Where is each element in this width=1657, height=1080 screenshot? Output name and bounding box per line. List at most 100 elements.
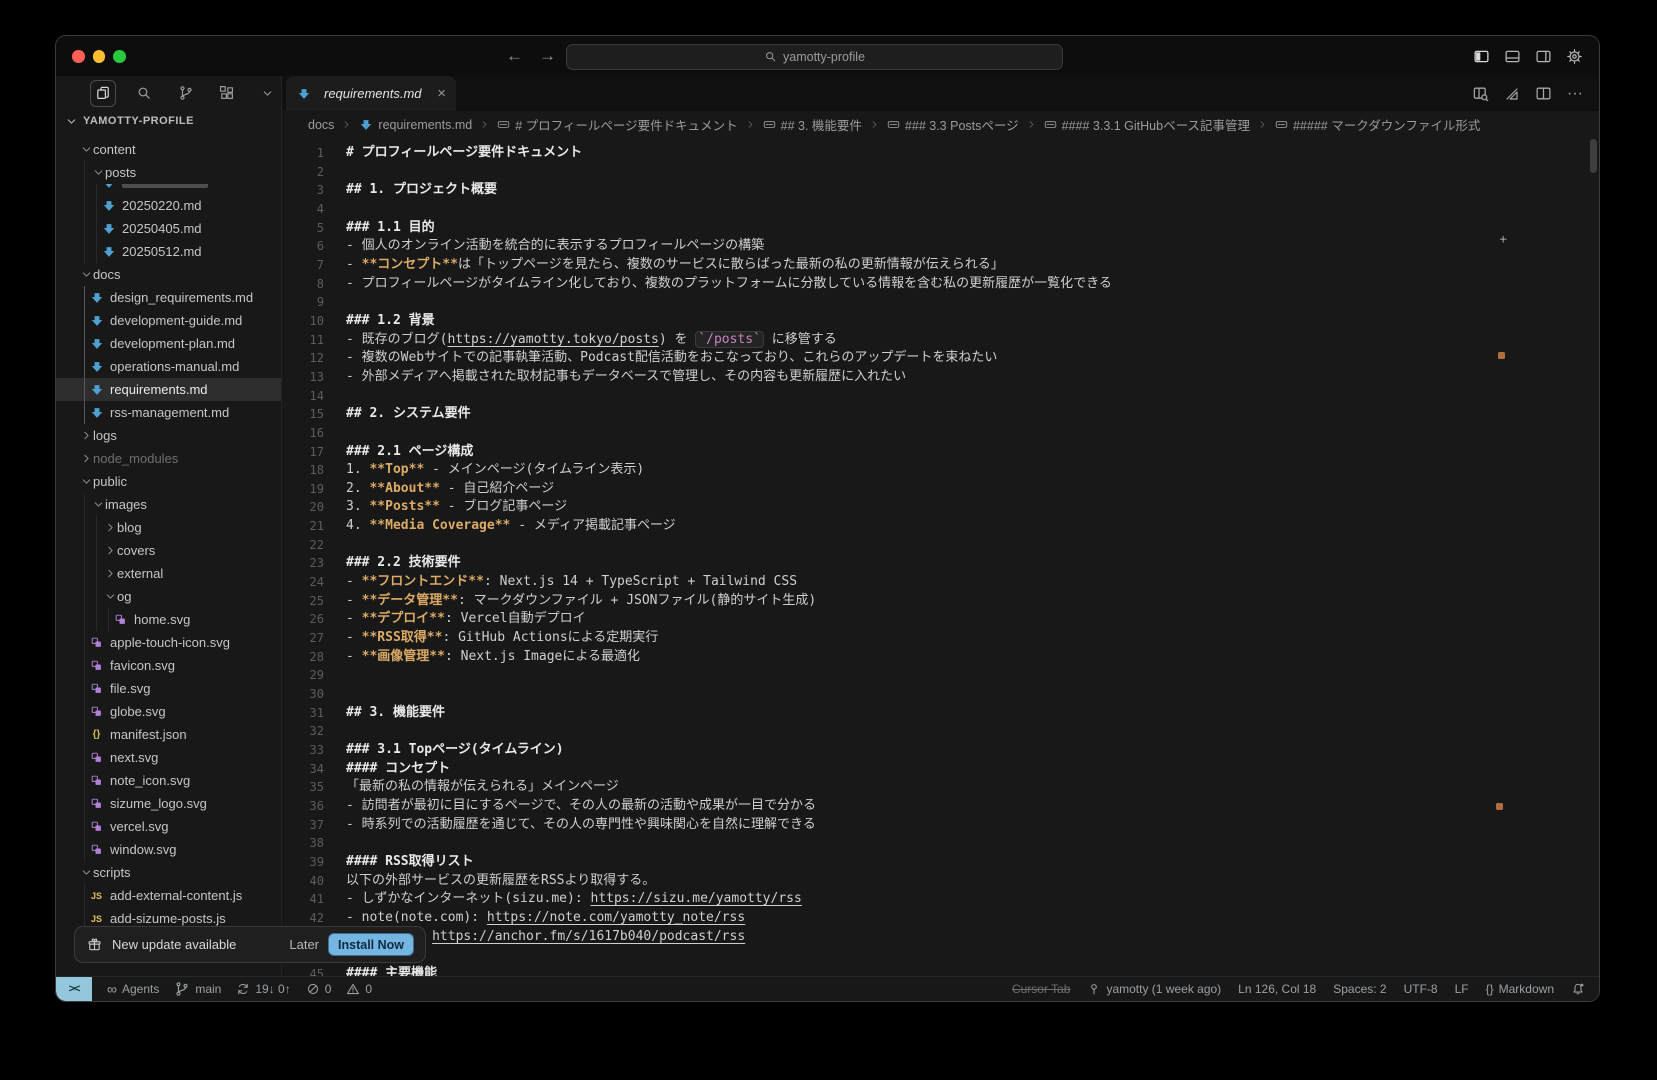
code-line[interactable]: 13- 外部メディアへ掲載された取材記事もデータベースで管理し、その内容も更新履…	[282, 368, 1599, 387]
code-line[interactable]: 44	[282, 946, 1599, 965]
zoom-window-button[interactable]	[113, 50, 126, 63]
status-encoding[interactable]: UTF-8	[1404, 982, 1438, 996]
tree-file-note-icon-svg[interactable]: note_icon.svg	[56, 769, 281, 792]
code-line[interactable]: 29	[282, 666, 1599, 685]
code-line[interactable]: 27- **RSS取得**: GitHub Actionsによる定期実行	[282, 629, 1599, 648]
status-eol[interactable]: LF	[1455, 982, 1469, 996]
explorer-icon[interactable]	[90, 80, 116, 107]
tree-file-sizume-logo-svg[interactable]: sizume_logo.svg	[56, 792, 281, 815]
breadcrumb-item[interactable]: ### 3.3 Postsページ	[887, 115, 1019, 134]
tree-file-operations-manual-md[interactable]: operations-manual.md	[56, 355, 281, 378]
code-line[interactable]: 1# プロフィールページ要件ドキュメント	[282, 144, 1599, 163]
close-window-button[interactable]	[72, 50, 85, 63]
code-line[interactable]: 45#### 主要機能	[282, 965, 1599, 976]
extensions-icon[interactable]	[214, 80, 240, 107]
back-icon[interactable]: ←	[506, 36, 523, 76]
search-icon[interactable]	[131, 80, 157, 107]
split-editor-icon[interactable]	[1535, 85, 1552, 102]
status-sync[interactable]: 19↓ 0↑	[236, 982, 290, 996]
code-line[interactable]: 31## 3. 機能要件	[282, 704, 1599, 723]
breadcrumb-item[interactable]: ## 3. 機能要件	[763, 115, 862, 134]
tree-folder-public[interactable]: public	[56, 470, 281, 493]
tree-file-next-svg[interactable]: next.svg	[56, 746, 281, 769]
code-line[interactable]: 33### 3.1 Topページ(タイムライン)	[282, 741, 1599, 760]
code-line[interactable]: 2	[282, 163, 1599, 182]
code-line[interactable]: 25- **データ管理**: マークダウンファイル + JSONファイル(静的サ…	[282, 592, 1599, 611]
status-last-commit[interactable]: yamotty (1 week ago)	[1087, 982, 1221, 996]
code-line[interactable]: 16	[282, 424, 1599, 443]
toggle-panel-icon[interactable]	[1504, 48, 1521, 65]
tree-folder-docs[interactable]: docs	[56, 263, 281, 286]
editor-scrollbar[interactable]	[1590, 139, 1597, 173]
install-now-button[interactable]: Install Now	[329, 934, 413, 955]
tree-file-rss-management-md[interactable]: rss-management.md	[56, 401, 281, 424]
breadcrumb-item[interactable]: ##### マークダウンファイル形式	[1275, 115, 1480, 134]
clipped-file-row[interactable]	[56, 184, 281, 194]
source-control-icon[interactable]	[172, 80, 198, 107]
tree-file-development-plan-md[interactable]: development-plan.md	[56, 332, 281, 355]
code-line[interactable]: 5### 1.1 目的	[282, 219, 1599, 238]
tree-folder-covers[interactable]: covers	[56, 539, 281, 562]
tree-folder-og[interactable]: og	[56, 585, 281, 608]
code-line[interactable]: 41- しずかなインターネット(sizu.me): https://sizu.m…	[282, 890, 1599, 909]
code-line[interactable]: 14	[282, 387, 1599, 406]
tree-file-home-svg[interactable]: home.svg	[56, 608, 281, 631]
code-line[interactable]: 17### 2.1 ページ構成	[282, 443, 1599, 462]
tree-folder-scripts[interactable]: scripts	[56, 861, 281, 884]
tree-file-design-requirements-md[interactable]: design_requirements.md	[56, 286, 281, 309]
tree-file-manifest-json[interactable]: {}manifest.json	[56, 723, 281, 746]
forward-icon[interactable]: →	[539, 36, 556, 76]
toggle-secondary-sidebar-icon[interactable]	[1535, 48, 1552, 65]
code-line[interactable]: 34#### コンセプト	[282, 760, 1599, 779]
tree-folder-node-modules[interactable]: node_modules	[56, 447, 281, 470]
remote-indicator-button[interactable]: ><	[56, 977, 92, 1001]
code-line[interactable]: 214. **Media Coverage** - メディア掲載記事ページ	[282, 517, 1599, 536]
tree-file-window-svg[interactable]: window.svg	[56, 838, 281, 861]
status-agents[interactable]: ∞Agents	[107, 982, 159, 996]
tree-folder-posts[interactable]: posts	[56, 161, 281, 184]
code-line[interactable]: 22	[282, 536, 1599, 555]
tree-file-20250405-md[interactable]: 20250405.md	[56, 217, 281, 240]
code-line[interactable]: 9	[282, 293, 1599, 312]
code-line[interactable]: 10### 1.2 背景	[282, 312, 1599, 331]
code-line[interactable]: 37- 時系列での活動履歴を通じて、その人の専門性や興味関心を自然に理解できる	[282, 816, 1599, 835]
code-line[interactable]: 42- note(note.com): https://note.com/yam…	[282, 909, 1599, 928]
code-line[interactable]: 7- **コンセプト**は「トップページを見たら、複数のサービスに散らばった最新…	[282, 256, 1599, 275]
code-line[interactable]: 23### 2.2 技術要件	[282, 554, 1599, 573]
code-line[interactable]: 203. **Posts** - ブログ記事ページ	[282, 498, 1599, 517]
breadcrumb-item[interactable]: #### 3.3.1 GitHubベース記事管理	[1044, 115, 1250, 134]
open-preview-side-icon[interactable]	[1472, 85, 1489, 102]
status-cursor-tab[interactable]: Cursor Tab	[1012, 982, 1070, 996]
settings-gear-icon[interactable]	[1566, 48, 1583, 65]
tree-file-favicon-svg[interactable]: favicon.svg	[56, 654, 281, 677]
breadcrumb-item[interactable]: requirements.md	[359, 118, 472, 132]
code-line[interactable]: 28- **画像管理**: Next.js Imageによる最適化	[282, 648, 1599, 667]
toggle-primary-sidebar-icon[interactable]	[1473, 48, 1490, 65]
minimize-window-button[interactable]	[93, 50, 106, 63]
tree-folder-images[interactable]: images	[56, 493, 281, 516]
tree-file-20250512-md[interactable]: 20250512.md	[56, 240, 281, 263]
more-actions-icon[interactable]: ···	[1567, 85, 1583, 103]
tree-file-requirements-md[interactable]: requirements.md	[56, 378, 281, 401]
tree-folder-content[interactable]: content	[56, 138, 281, 161]
status-notifications-bell[interactable]	[1571, 982, 1585, 996]
tree-file-vercel-svg[interactable]: vercel.svg	[56, 815, 281, 838]
code-line[interactable]: 8- プロフィールページがタイムライン化しており、複数のプラットフォームに分散し…	[282, 275, 1599, 294]
code-line[interactable]: 181. **Top** - メインページ(タイムライン表示)	[282, 461, 1599, 480]
code-line[interactable]: 39#### RSS取得リスト	[282, 853, 1599, 872]
tree-file-20250220-md[interactable]: 20250220.md	[56, 194, 281, 217]
code-line[interactable]: 6- 個人のオンライン活動を統合的に表示するプロフィールページの構築	[282, 237, 1599, 256]
close-tab-icon[interactable]: ×	[437, 85, 446, 102]
status-cursor-position[interactable]: Ln 126, Col 18	[1238, 982, 1316, 996]
status-indentation[interactable]: Spaces: 2	[1333, 982, 1386, 996]
tab-requirements-md[interactable]: requirements.md ×	[286, 76, 456, 111]
explorer-section-header[interactable]: YAMOTTY-PROFILE	[56, 110, 281, 132]
open-changes-icon[interactable]	[1504, 86, 1520, 102]
tree-file-file-svg[interactable]: file.svg	[56, 677, 281, 700]
code-line[interactable]: 32	[282, 722, 1599, 741]
code-line[interactable]: 36- 訪問者が最初に目にするページで、その人の最新の活動や成果が一目で分かる	[282, 797, 1599, 816]
status-warnings[interactable]: 0	[346, 982, 372, 996]
command-center-search[interactable]: yamotty-profile	[566, 44, 1063, 70]
status-errors[interactable]: 0	[306, 982, 332, 996]
tree-file-add-external-content-js[interactable]: JSadd-external-content.js	[56, 884, 281, 907]
